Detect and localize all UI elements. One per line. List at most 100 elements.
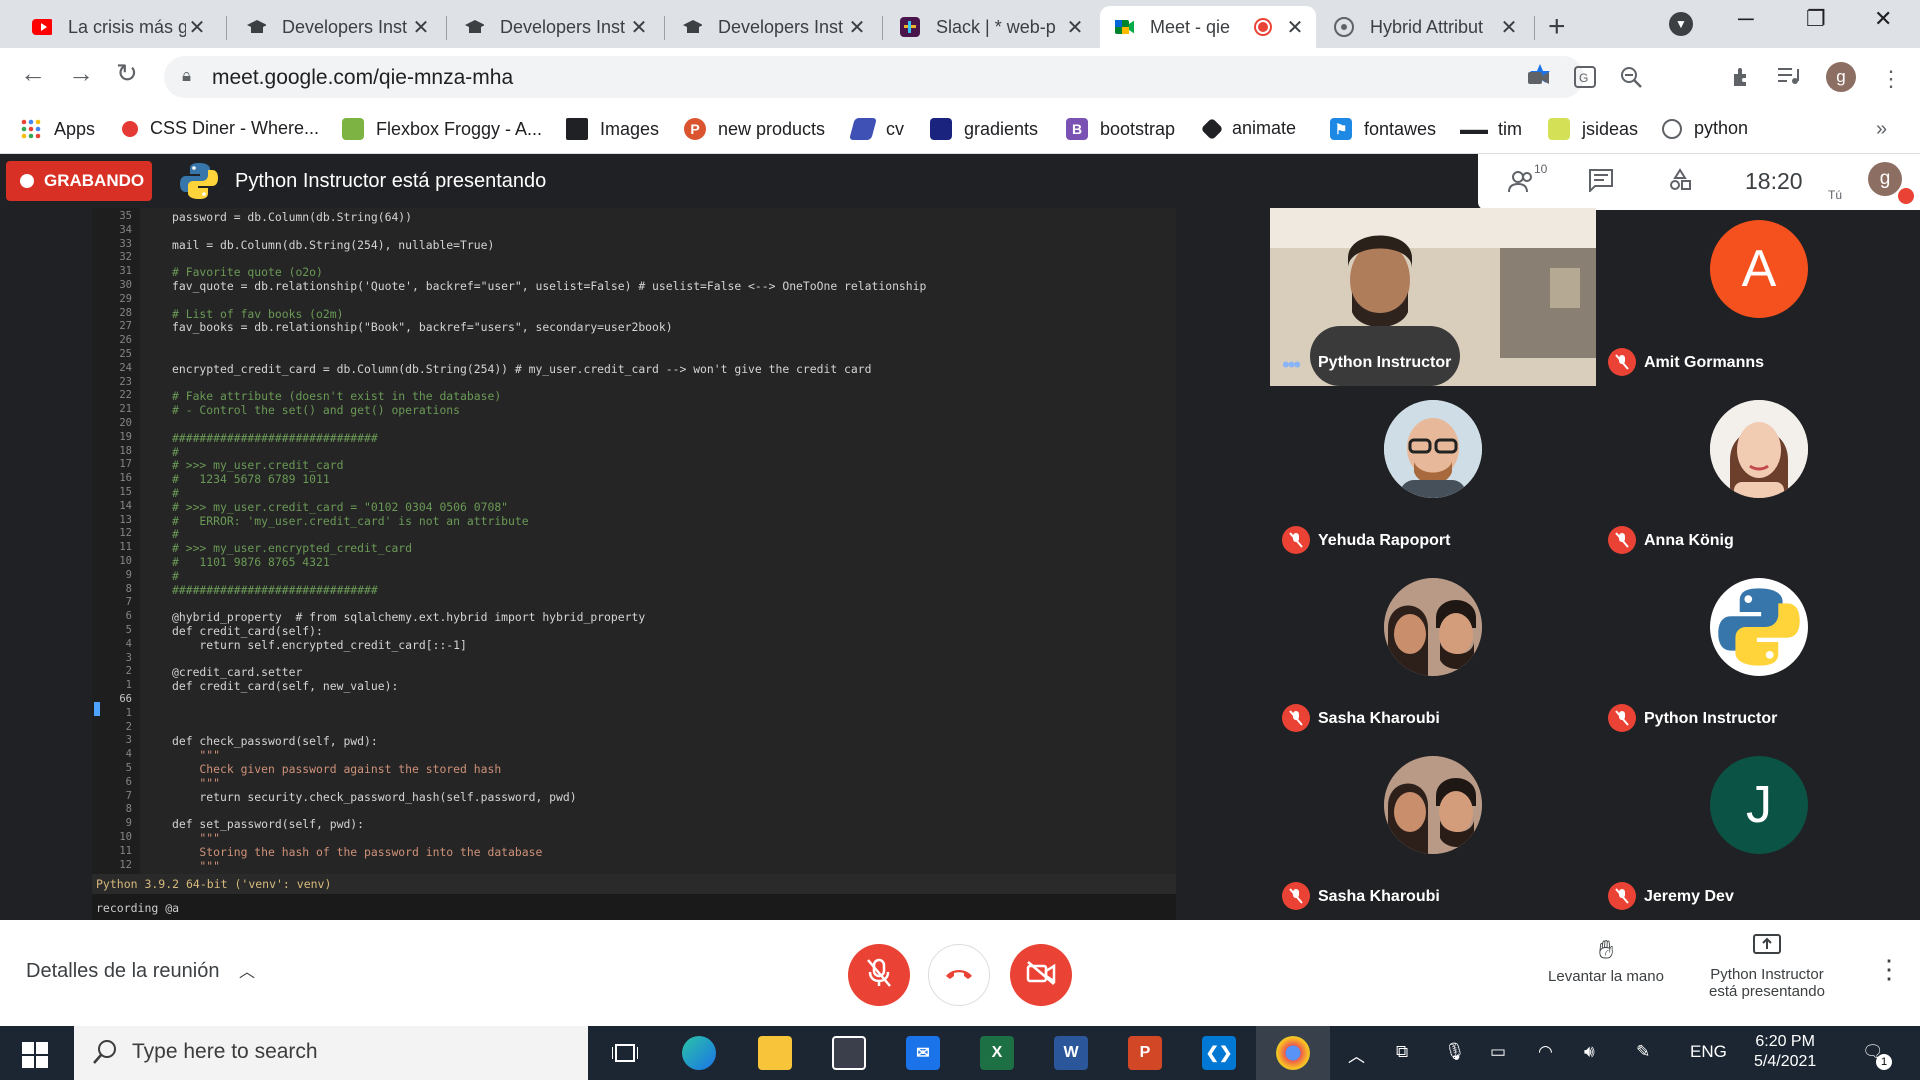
bookmark-apps[interactable]: Apps xyxy=(20,118,95,140)
meet-now-icon[interactable]: ⧉ xyxy=(1396,1042,1408,1062)
minimize-icon[interactable]: ─ xyxy=(1738,6,1754,32)
volume-icon[interactable]: 🔊︎ xyxy=(1584,1042,1595,1062)
tab-developers-1[interactable]: Developers Inst ✕ xyxy=(232,6,442,48)
bookmark-bootstrap[interactable]: B bootstrap xyxy=(1066,118,1175,140)
language-indicator[interactable]: ENG xyxy=(1690,1042,1727,1062)
svg-text:G: G xyxy=(1579,71,1588,85)
task-view-icon[interactable] xyxy=(608,1036,642,1070)
participant-tile-anna[interactable]: Anna König xyxy=(1596,386,1920,564)
mail-icon[interactable]: ✉ xyxy=(906,1036,940,1070)
meeting-details-button[interactable]: Detalles de la reunión ︿ xyxy=(26,958,255,983)
taskbar-clock[interactable]: 6:20 PM 5/4/2021 xyxy=(1754,1032,1816,1072)
bookmark-new-products[interactable]: P new products xyxy=(684,118,825,140)
activities-icon[interactable] xyxy=(1668,168,1692,199)
address-bar[interactable]: 🔒︎ meet.google.com/qie-mnza-mha xyxy=(164,56,1584,98)
close-window-icon[interactable]: ✕ xyxy=(1874,6,1892,32)
microphone-tray-icon[interactable]: 🎙︎ xyxy=(1444,1042,1466,1062)
line-number: 23 xyxy=(119,375,132,388)
profile-avatar[interactable]: g xyxy=(1826,62,1856,92)
editor-status-line: Python 3.9.2 64-bit ('venv': venv) xyxy=(92,874,1176,894)
edge-icon[interactable] xyxy=(682,1036,716,1070)
forward-icon[interactable]: → xyxy=(68,58,94,89)
lock-icon[interactable]: 🔒︎ xyxy=(182,66,191,86)
youtube-icon xyxy=(32,17,52,37)
tab-developers-2[interactable]: Developers Inst ✕ xyxy=(450,6,660,48)
show-hidden-icons-icon[interactable]: ︿ xyxy=(1348,1042,1365,1067)
chrome-menu-icon[interactable]: ⋮ xyxy=(1880,66,1902,92)
bookmark-gradients[interactable]: gradients xyxy=(930,118,1038,140)
windows-start-icon[interactable] xyxy=(22,1042,48,1073)
new-tab-icon[interactable]: + xyxy=(1548,10,1566,44)
tab-label: La crisis más gr xyxy=(68,16,186,37)
camera-toggle-button[interactable] xyxy=(1010,944,1072,1006)
participant-tile-sasha-2[interactable]: Sasha Kharoubi xyxy=(1270,742,1596,920)
tab-youtube[interactable]: La crisis más gr ✕ xyxy=(18,6,218,48)
participant-tile-python-instructor-video[interactable]: ••• Python Instructor xyxy=(1270,208,1596,386)
code-editor: password = db.Column(db.String(64)) mail … xyxy=(140,208,1176,874)
bookmark-css-diner[interactable]: CSS Diner - Where... xyxy=(122,118,319,139)
code-line: fav_books = db.relationship("Book", back… xyxy=(172,320,673,335)
chat-icon[interactable] xyxy=(1588,168,1614,199)
taskbar-search-box[interactable]: Type here to search xyxy=(74,1026,588,1080)
bookmark-fontawes[interactable]: ⚑ fontawes xyxy=(1330,118,1436,140)
bookmark-label: python xyxy=(1694,118,1749,138)
record-dot-icon xyxy=(20,174,34,188)
participant-tile-yehuda[interactable]: Yehuda Rapoport xyxy=(1270,386,1596,564)
more-bookmarks-icon[interactable]: » xyxy=(1876,118,1887,141)
word-icon[interactable]: W xyxy=(1054,1036,1088,1070)
line-number: 24 xyxy=(119,361,132,374)
powerpoint-icon[interactable]: P xyxy=(1128,1036,1162,1070)
tab-developers-3[interactable]: Developers Inst ✕ xyxy=(668,6,878,48)
participant-photo xyxy=(1710,400,1808,498)
close-tab-icon[interactable]: ✕ xyxy=(1498,15,1520,40)
excel-icon[interactable]: X xyxy=(980,1036,1014,1070)
bookmark-images[interactable]: Images xyxy=(566,118,659,140)
close-tab-icon[interactable]: ✕ xyxy=(186,15,208,40)
presenting-button[interactable]: Python Instructor está presentando xyxy=(1700,934,1834,1000)
bookmark-python[interactable]: python xyxy=(1662,118,1748,139)
close-tab-icon[interactable]: ✕ xyxy=(1284,15,1306,40)
bookmark-cv[interactable]: cv xyxy=(849,118,904,140)
participant-tile-jeremy[interactable]: J Jeremy Dev xyxy=(1596,742,1920,920)
close-tab-icon[interactable]: ✕ xyxy=(1064,15,1086,40)
store-icon[interactable] xyxy=(832,1036,866,1070)
bookmark-tim[interactable]: ▬▬ tim xyxy=(1460,118,1522,140)
participant-photo xyxy=(1384,400,1482,498)
code-line: # xyxy=(172,486,179,500)
tab-search-icon[interactable]: ▼ xyxy=(1669,12,1693,36)
tab-slack[interactable]: Slack | * web-p ✕ xyxy=(886,6,1096,48)
close-tab-icon[interactable]: ✕ xyxy=(628,15,650,40)
media-control-icon[interactable] xyxy=(1778,66,1800,92)
zoom-icon[interactable] xyxy=(1620,66,1642,94)
bookmark-jsideas[interactable]: jsideas xyxy=(1548,118,1638,140)
bookmark-animate[interactable]: animate xyxy=(1200,117,1296,140)
participant-tile-python-instructor[interactable]: Python Instructor xyxy=(1596,564,1920,742)
battery-icon[interactable]: ▭ xyxy=(1490,1042,1506,1062)
close-tab-icon[interactable]: ✕ xyxy=(846,15,868,40)
tab-meet[interactable]: Meet - qie ✕ xyxy=(1100,6,1316,48)
participant-tile-amit[interactable]: A Amit Gormanns xyxy=(1596,208,1920,386)
camera-in-use-icon[interactable] xyxy=(1528,66,1550,92)
line-number: 3 xyxy=(125,734,132,747)
line-number: 10 xyxy=(119,831,132,843)
wifi-icon[interactable]: ◠ xyxy=(1538,1042,1553,1062)
bookmark-flexbox-froggy[interactable]: Flexbox Froggy - A... xyxy=(342,118,542,140)
translate-icon[interactable]: G xyxy=(1574,66,1596,94)
close-tab-icon[interactable]: ✕ xyxy=(410,15,432,40)
reload-icon[interactable]: ↻ xyxy=(116,58,138,89)
raise-hand-button[interactable]: ✋︎ Levantar la mano xyxy=(1540,934,1672,985)
extensions-icon[interactable] xyxy=(1730,66,1752,94)
microphone-toggle-button[interactable] xyxy=(848,944,910,1006)
tab-separator xyxy=(1534,16,1535,40)
self-avatar[interactable]: g xyxy=(1868,162,1902,196)
restore-icon[interactable]: ❐ xyxy=(1806,6,1826,32)
back-icon[interactable]: ← xyxy=(20,58,46,89)
python-icon xyxy=(1662,118,1682,139)
tab-hybrid-attribute[interactable]: Hybrid Attribut ✕ xyxy=(1320,6,1530,48)
more-options-icon[interactable]: ⋮ xyxy=(1876,954,1902,985)
vscode-icon[interactable]: ❮❯ xyxy=(1202,1036,1236,1070)
pen-icon[interactable]: ✎ xyxy=(1636,1042,1650,1062)
file-explorer-icon[interactable] xyxy=(758,1036,792,1070)
leave-call-button[interactable] xyxy=(928,944,990,1006)
participant-tile-sasha-1[interactable]: Sasha Kharoubi xyxy=(1270,564,1596,742)
